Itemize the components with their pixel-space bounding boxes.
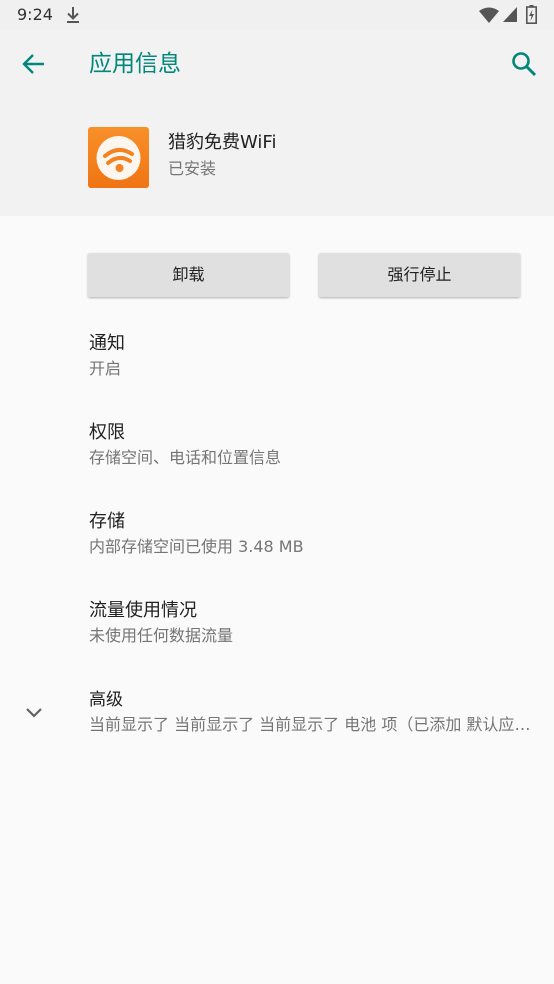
app-header: 应用信息 猎豹免费WiFi 已安装 bbox=[0, 30, 554, 216]
settings-item-title: 通知 bbox=[89, 333, 125, 354]
arrow-left-icon[interactable] bbox=[20, 50, 48, 78]
download-icon bbox=[67, 7, 79, 23]
status-bar: 9:24 bbox=[0, 0, 554, 30]
battery-icon bbox=[526, 5, 537, 24]
settings-item-title: 权限 bbox=[89, 422, 125, 443]
settings-item-permissions[interactable]: 权限 存储空间、电话和位置信息 bbox=[0, 420, 554, 506]
page-title: 应用信息 bbox=[89, 51, 181, 77]
settings-item-summary: 未使用任何数据流量 bbox=[89, 626, 234, 645]
settings-item-title: 高级 bbox=[89, 690, 123, 710]
status-time: 9:24 bbox=[17, 5, 53, 24]
settings-item-summary: 存储空间、电话和位置信息 bbox=[89, 448, 282, 467]
force-stop-button[interactable]: 强行停止 bbox=[319, 253, 520, 297]
settings-item-storage[interactable]: 存储 内部存储空间已使用 3.48 MB bbox=[0, 509, 554, 595]
settings-item-title: 存储 bbox=[89, 511, 125, 532]
search-icon[interactable] bbox=[510, 50, 538, 78]
settings-item-summary: 开启 bbox=[89, 359, 122, 378]
settings-item-notifications[interactable]: 通知 开启 bbox=[0, 331, 554, 417]
settings-item-title: 流量使用情况 bbox=[89, 600, 197, 621]
wifi-app-icon bbox=[88, 127, 149, 188]
settings-item-summary: 内部存储空间已使用 3.48 MB bbox=[89, 537, 304, 556]
uninstall-button[interactable]: 卸载 bbox=[88, 253, 289, 297]
wifi-icon bbox=[479, 7, 499, 23]
settings-item-data-usage[interactable]: 流量使用情况 未使用任何数据流量 bbox=[0, 598, 554, 684]
settings-item-summary: 当前显示了 当前显示了 当前显示了 电池 项（已添加 默认应用 等） bbox=[89, 715, 537, 734]
app-name: 猎豹免费WiFi bbox=[168, 132, 277, 153]
chevron-down-icon bbox=[26, 708, 42, 718]
cell-signal-icon bbox=[503, 7, 517, 22]
settings-item-advanced[interactable]: 高级 当前显示了 当前显示了 当前显示了 电池 项（已添加 默认应用 等） bbox=[0, 687, 554, 773]
app-install-status: 已安装 bbox=[168, 159, 217, 178]
